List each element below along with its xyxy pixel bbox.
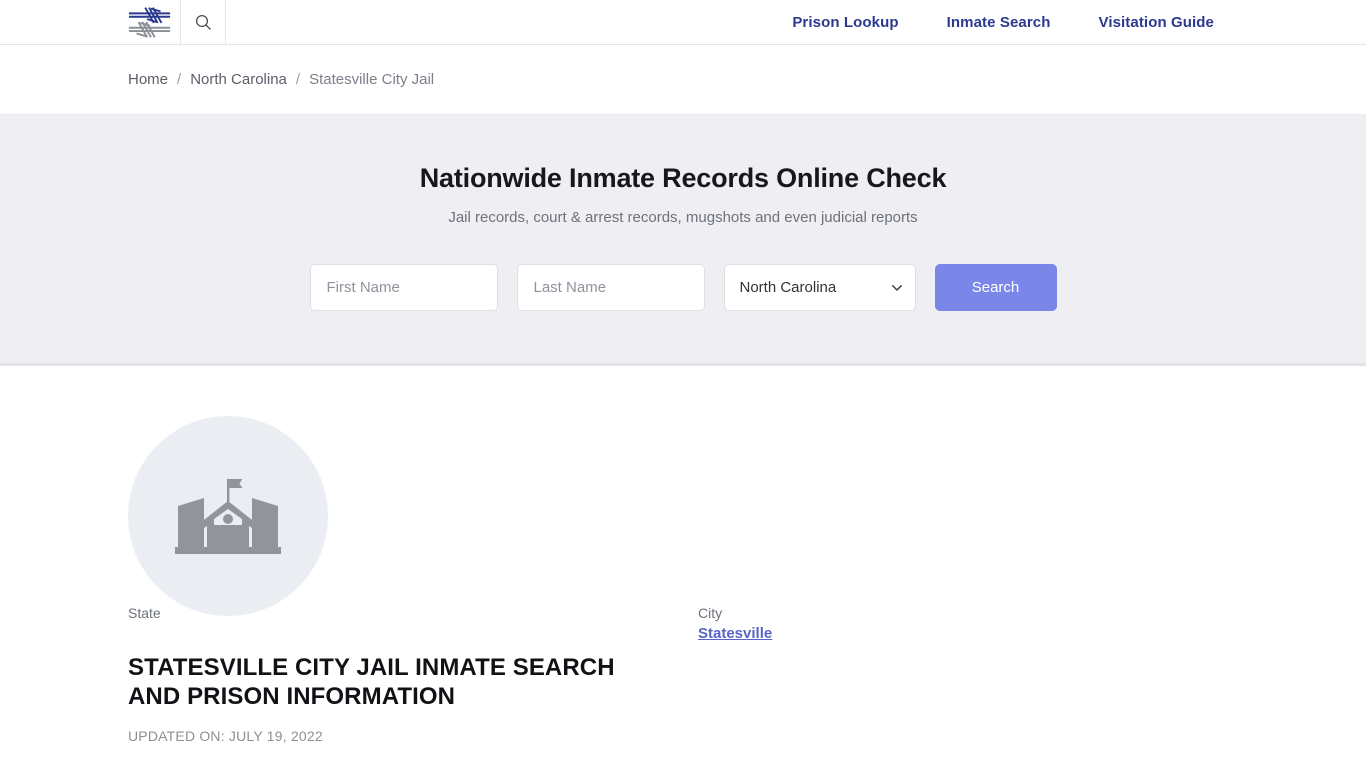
inmate-search-form: North Carolina Search xyxy=(309,264,1057,311)
state-select-wrapper: North Carolina xyxy=(723,264,916,311)
info-item-city: City Statesville xyxy=(698,603,1238,645)
government-building-icon xyxy=(175,479,281,554)
last-name-input[interactable] xyxy=(516,264,705,311)
nav-item-prison-lookup[interactable]: Prison Lookup xyxy=(792,14,898,31)
main-navigation: Prison Lookup Inmate Search Visitation G… xyxy=(792,0,1366,44)
facility-info-grid: State City Statesville xyxy=(128,603,1238,659)
barbed-wire-logo-icon xyxy=(128,7,171,38)
breadcrumb-item-current: Statesville City Jail xyxy=(309,71,435,88)
facility-avatar xyxy=(128,416,328,616)
header-search-button[interactable] xyxy=(180,0,226,44)
nav-item-visitation-guide[interactable]: Visitation Guide xyxy=(1098,14,1214,31)
search-icon xyxy=(195,14,211,30)
main-content: STATESVILLE CITY JAIL INMATE SEARCH AND … xyxy=(0,366,1366,744)
breadcrumb-item-home[interactable]: Home xyxy=(128,71,168,88)
breadcrumb-separator: / xyxy=(177,71,182,88)
info-label-city: City xyxy=(698,605,723,621)
first-name-input[interactable] xyxy=(309,264,498,311)
page-title: STATESVILLE CITY JAIL INMATE SEARCH AND … xyxy=(128,654,615,710)
hero-title: Nationwide Inmate Records Online Check xyxy=(419,163,947,193)
hero-subtitle: Jail records, court & arrest records, mu… xyxy=(448,209,918,226)
header-left-group xyxy=(0,0,226,44)
hero-section: Nationwide Inmate Records Online Check J… xyxy=(0,115,1366,366)
breadcrumb-separator: / xyxy=(295,71,301,88)
breadcrumb: Home / North Carolina / Statesville City… xyxy=(128,71,434,88)
updated-on-text: UPDATED ON: JULY 19, 2022 xyxy=(128,727,323,744)
breadcrumb-item-north-carolina[interactable]: North Carolina xyxy=(190,71,287,88)
info-item-state: State xyxy=(128,603,698,623)
facility-info-column-right: City Statesville xyxy=(698,603,1238,659)
search-button[interactable]: Search xyxy=(934,264,1057,311)
breadcrumb-bar: Home / North Carolina / Statesville City… xyxy=(0,45,1366,115)
info-value-city[interactable]: Statesville xyxy=(698,625,772,642)
state-select[interactable]: North Carolina xyxy=(723,264,916,311)
site-logo[interactable] xyxy=(128,0,180,44)
site-header: Prison Lookup Inmate Search Visitation G… xyxy=(0,0,1366,45)
facility-info-column-left: State xyxy=(128,603,698,659)
info-label-state: State xyxy=(128,605,161,621)
nav-item-inmate-search[interactable]: Inmate Search xyxy=(947,14,1051,31)
